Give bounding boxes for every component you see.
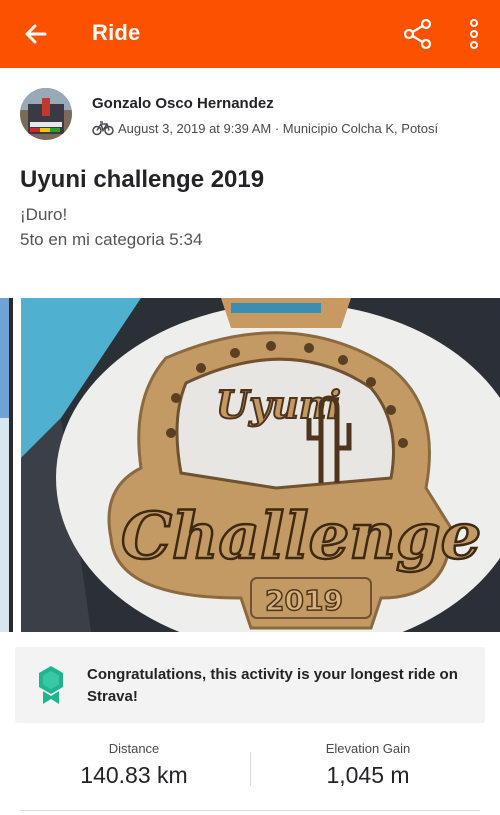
share-button[interactable] (400, 16, 436, 52)
bicycle-icon (92, 121, 114, 136)
app-bar: Ride (0, 0, 500, 68)
achievement-text: Congratulations, this activity is your l… (87, 666, 458, 705)
divider (20, 810, 480, 811)
activity-description-line: ¡Duro! (20, 205, 68, 224)
activity-meta: August 3, 2019 at 9:39 AM · Municipio Co… (92, 120, 438, 136)
activity-description-line: 5to en mi categoria 5:34 (20, 230, 203, 249)
stat-distance-label: Distance (108, 741, 160, 756)
athlete-avatar[interactable] (20, 88, 72, 140)
medal-text-challenge: Challenge (121, 499, 481, 574)
athlete-name[interactable]: Gonzalo Osco Hernandez (92, 95, 274, 112)
back-button[interactable] (20, 18, 52, 50)
activity-photo[interactable]: Uyuni Challenge 2019 (21, 298, 500, 632)
page-title: Ride (92, 20, 141, 45)
achievement-badge-icon (39, 666, 63, 704)
more-options-button[interactable] (460, 16, 488, 52)
more-vertical-icon (470, 19, 478, 49)
achievement-card[interactable]: Congratulations, this activity is your l… (15, 647, 485, 723)
medal-text-year: 2019 (265, 584, 343, 617)
activity-title: Uyuni challenge 2019 (20, 166, 265, 193)
stat-elevation-label: Elevation Gain (325, 741, 411, 756)
stat-distance-value: 140.83 km (80, 762, 188, 788)
stat-elevation-value: 1,045 m (326, 762, 410, 788)
arrow-left-icon (25, 24, 47, 44)
share-icon (403, 18, 432, 50)
activity-date-location: August 3, 2019 at 9:39 AM · Municipio Co… (118, 120, 439, 136)
stat-divider (250, 752, 251, 786)
previous-photo-thumbnail[interactable] (0, 298, 13, 632)
